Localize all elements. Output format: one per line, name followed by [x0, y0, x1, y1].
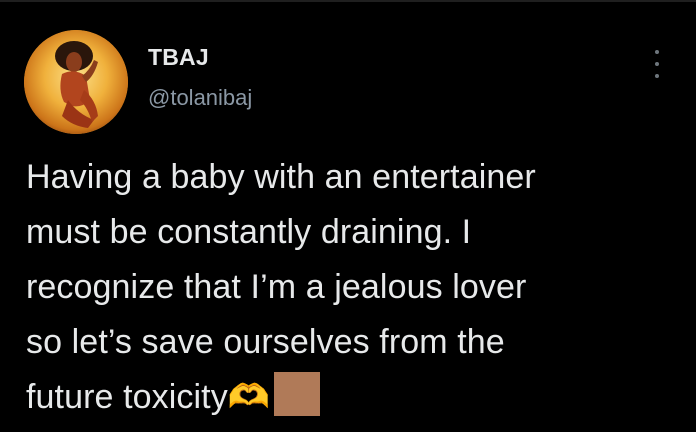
more-dot — [655, 62, 659, 66]
avatar[interactable] — [24, 30, 128, 134]
username[interactable]: @tolanibaj — [148, 85, 252, 111]
more-vertical-icon[interactable] — [646, 50, 668, 78]
more-dot — [655, 50, 659, 54]
emoji-image — [274, 372, 321, 416]
emoji-placeholder-glyph: 🫶 — [227, 378, 271, 416]
display-name[interactable]: TBAJ — [148, 44, 209, 71]
tweet-card[interactable]: TBAJ @tolanibaj Having a baby with an en… — [0, 0, 696, 432]
avatar-illustration — [24, 30, 128, 134]
more-dot — [655, 74, 659, 78]
tweet-body: Having a baby with an entertainer must b… — [26, 150, 676, 425]
